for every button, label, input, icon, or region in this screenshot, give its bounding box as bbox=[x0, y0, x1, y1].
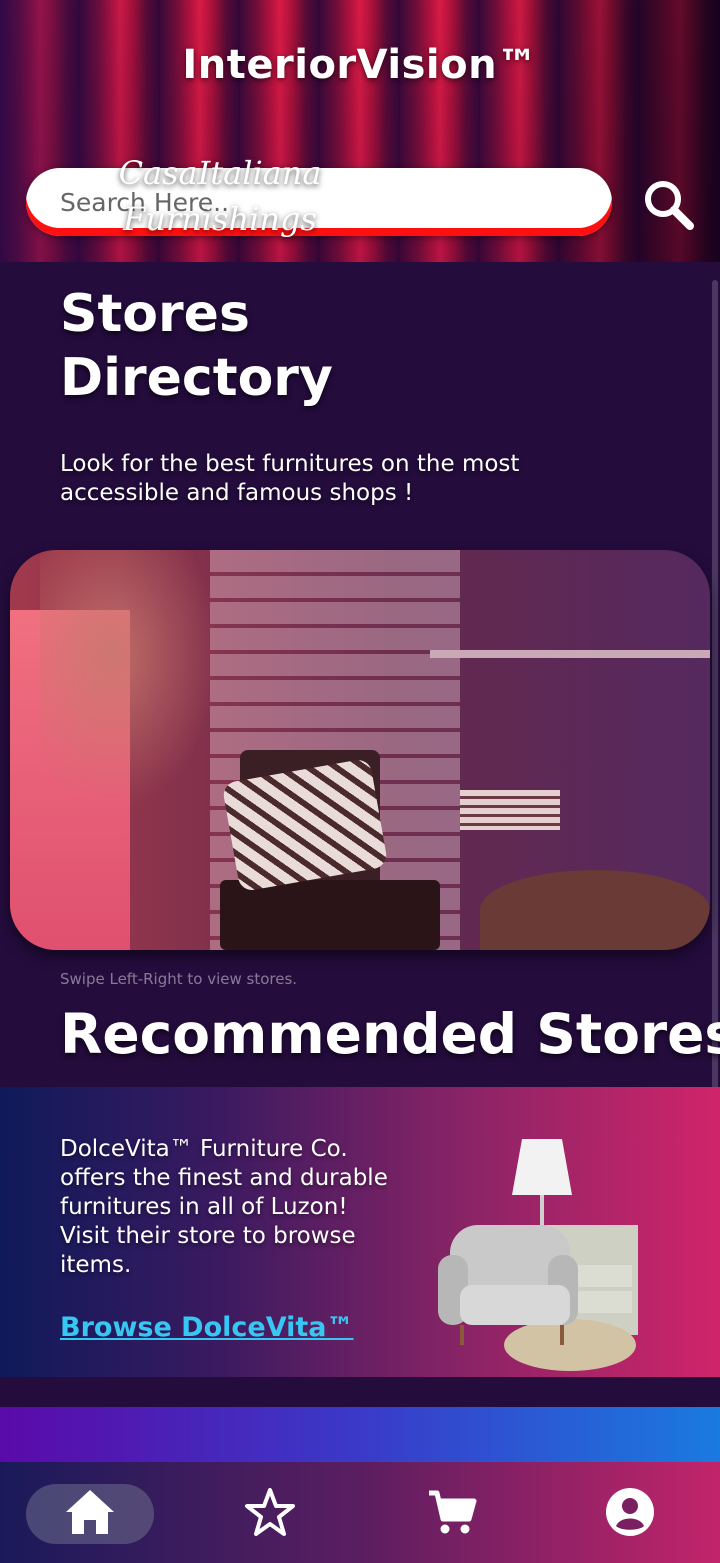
store-photo-table bbox=[480, 870, 710, 950]
account-icon bbox=[605, 1487, 655, 1541]
star-icon bbox=[244, 1487, 296, 1541]
store-name: CasaItaliana Furnishings bbox=[118, 154, 322, 238]
stores-directory-description: Look for the best furnitures on the most… bbox=[60, 451, 520, 506]
nav-cart[interactable] bbox=[414, 1484, 490, 1544]
recommended-stores-title: Recommended Stores bbox=[60, 1002, 720, 1066]
furniture-illustration bbox=[430, 1135, 650, 1375]
swipe-hint: Swipe Left-Right to view stores. bbox=[60, 970, 298, 988]
scrollbar[interactable] bbox=[712, 280, 718, 1220]
recommended-store-description: DolceVita™ Furniture Co. offers the fine… bbox=[60, 1136, 388, 1278]
home-icon bbox=[64, 1488, 116, 1540]
secondary-banner bbox=[0, 1407, 720, 1467]
search-icon[interactable] bbox=[640, 176, 696, 232]
app-title: InteriorVision™ bbox=[182, 42, 538, 88]
stores-directory-title: Stores Directory bbox=[60, 284, 333, 408]
store-photo-pampas bbox=[40, 550, 220, 810]
nav-account[interactable] bbox=[592, 1484, 668, 1544]
browse-store-link[interactable]: Browse DolceVita™ bbox=[60, 1312, 354, 1343]
store-carousel-card[interactable] bbox=[10, 550, 710, 950]
nav-home[interactable] bbox=[26, 1484, 154, 1544]
store-photo-shelf bbox=[430, 650, 710, 658]
cart-icon bbox=[427, 1487, 477, 1541]
store-photo-books bbox=[460, 790, 560, 830]
nav-favorites[interactable] bbox=[232, 1484, 308, 1544]
store-photo-chair-seat bbox=[220, 880, 440, 950]
bottom-navigation bbox=[0, 1462, 720, 1563]
